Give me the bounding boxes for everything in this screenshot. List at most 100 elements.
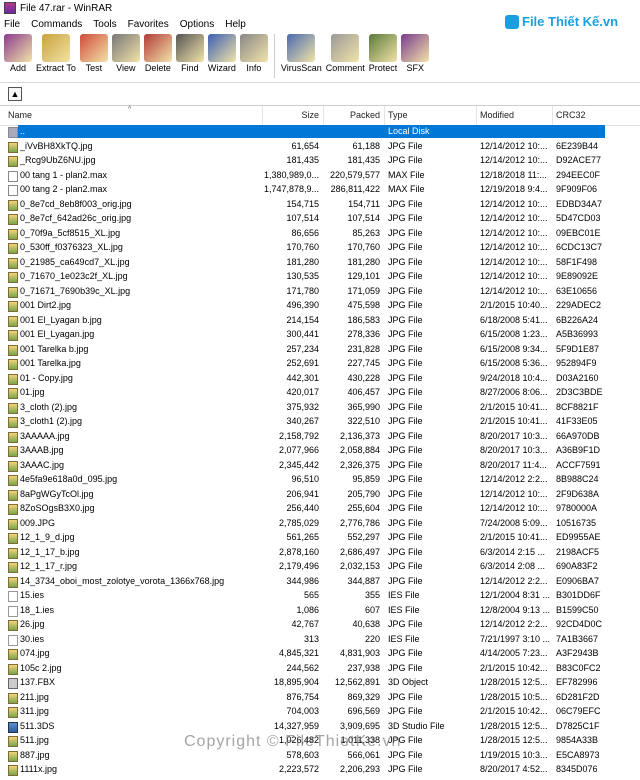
- table-row[interactable]: 001 El_Lyagan.jpg 300,441 278,336 JPG File 6…: [0, 328, 640, 343]
- add-button[interactable]: Add: [4, 32, 32, 73]
- protect-button[interactable]: Protect: [369, 32, 397, 73]
- up-folder-icon[interactable]: ▲: [8, 87, 22, 101]
- extract-to-button[interactable]: Extract To: [36, 32, 76, 73]
- cell-modified: 12/14/2012 2:2...: [480, 575, 548, 586]
- table-row[interactable]: 26.jpg 42,767 40,638 JPG File 12/14/2012 2:2…: [0, 618, 640, 633]
- table-row[interactable]: .. Local Disk: [0, 125, 640, 140]
- sfx-icon: [401, 34, 430, 62]
- table-row[interactable]: 0_71671_7690b39c_XL.jpg 171,780 171,059 JPG…: [0, 285, 640, 300]
- menu-help[interactable]: Help: [225, 19, 246, 30]
- menu-options[interactable]: Options: [180, 19, 214, 30]
- cell-packed: 2,136,373: [339, 430, 380, 441]
- cell-packed: 696,569: [347, 706, 380, 716]
- cell-size: 442,301: [286, 372, 319, 383]
- table-row[interactable]: 137.FBX 18,895,904 12,562,891 3D Object 1/28…: [0, 676, 640, 691]
- cell-size: 214,154: [286, 314, 319, 325]
- cell-size: 578,603: [286, 749, 319, 760]
- find-icon: [175, 34, 204, 62]
- table-row[interactable]: 8ZoSOgsB3X0.jpg 256,440 255,604 JPG File 12/…: [0, 502, 640, 517]
- col-crc32[interactable]: CRC32: [556, 110, 586, 120]
- menu-tools[interactable]: Tools: [93, 19, 116, 30]
- table-row[interactable]: 001 Tarelka.jpg 252,691 227,745 JPG File 6/1…: [0, 357, 640, 372]
- cell-type: JPG File: [388, 749, 423, 760]
- column-divider[interactable]: [323, 106, 324, 125]
- table-row[interactable]: 01 - Copy.jpg 442,301 430,228 JPG File 9/24/…: [0, 372, 640, 387]
- table-row[interactable]: 0_530ff_f0376323_XL.jpg 170,760 170,760 JPG…: [0, 241, 640, 256]
- sfx-button[interactable]: SFX: [401, 32, 430, 73]
- col-packed[interactable]: Packed: [350, 110, 380, 120]
- column-divider[interactable]: [552, 106, 553, 125]
- col-modified[interactable]: Modified: [480, 110, 514, 120]
- table-row[interactable]: 3_cloth (2).jpg 375,932 365,990 JPG File 2/1…: [0, 401, 640, 416]
- cell-name: 0_71671_7690b39c_XL.jpg: [20, 285, 131, 296]
- table-row[interactable]: 00 tang 1 - plan2.max 1,380,989,0... 220,5…: [0, 169, 640, 184]
- table-row[interactable]: 511.3DS 14,327,959 3,909,695 3D Studio File…: [0, 720, 640, 735]
- table-row[interactable]: 3_cloth1 (2).jpg 340,267 322,510 JPG File 2/…: [0, 415, 640, 430]
- jpg-file-icon: [8, 475, 18, 486]
- table-row[interactable]: 0_8e7cd_8eb8f003_orig.jpg 154,715 154,711 J…: [0, 198, 640, 213]
- table-row[interactable]: 3AAAC.jpg 2,345,442 2,326,375 JPG File 8/20/…: [0, 459, 640, 474]
- cell-packed: 170,760: [347, 242, 380, 252]
- table-row[interactable]: 01.jpg 420,017 406,457 JPG File 8/27/2006 8:…: [0, 386, 640, 401]
- col-name[interactable]: Name: [8, 110, 32, 120]
- table-row[interactable]: 009.JPG 2,785,029 2,776,786 JPG File 7/24/20…: [0, 517, 640, 532]
- table-row[interactable]: 1111x.jpg 2,223,572 2,206,293 JPG File 8/20/…: [0, 763, 640, 778]
- test-button[interactable]: Test: [79, 32, 108, 73]
- col-type[interactable]: Type: [388, 110, 408, 120]
- table-row[interactable]: 18_1.ies 1,086 607 IES File 12/8/2004 9:13 .…: [0, 604, 640, 619]
- column-divider[interactable]: [476, 106, 477, 125]
- table-row[interactable]: _Rcg9UbZ6NU.jpg 181,435 181,435 JPG File 12/…: [0, 154, 640, 169]
- cell-name: 26.jpg: [20, 619, 45, 629]
- table-row[interactable]: 001 Dirt2.jpg 496,390 475,598 JPG File 2/1/2…: [0, 299, 640, 314]
- cell-modified: 8/20/2017 10:3...: [480, 445, 548, 455]
- table-row[interactable]: 105c 2.jpg 244,562 237,938 JPG File 2/1/2015…: [0, 662, 640, 677]
- cell-packed: 220: [364, 633, 380, 644]
- table-row[interactable]: 0_21985_ca649cd7_XL.jpg 181,280 181,280 JPG…: [0, 256, 640, 271]
- view-button[interactable]: View: [111, 32, 140, 73]
- menu-favorites[interactable]: Favorites: [128, 19, 169, 30]
- find-button[interactable]: Find: [175, 32, 204, 73]
- table-row[interactable]: 0_70f9a_5cf8515_XL.jpg 86,656 85,263 JPG Fi…: [0, 227, 640, 242]
- table-row[interactable]: 0_8e7cf_642ad26c_orig.jpg 107,514 107,514 J…: [0, 212, 640, 227]
- cell-crc: 58F1F498: [556, 256, 598, 267]
- cell-modified: 2/1/2015 10:40...: [480, 300, 548, 310]
- column-header: Name ^ Size Packed Type Modified CRC32: [0, 106, 640, 126]
- column-divider[interactable]: [262, 106, 263, 125]
- table-row[interactable]: 001 Tarelka b.jpg 257,234 231,828 JPG File 6…: [0, 343, 640, 358]
- table-row[interactable]: 14_3734_oboi_most_zolotye_vorota_1366x76…: [0, 575, 640, 590]
- table-row[interactable]: 3AAAAA.jpg 2,158,792 2,136,373 JPG File 8/20…: [0, 430, 640, 445]
- cell-size: 86,656: [291, 227, 319, 238]
- delete-button[interactable]: Delete: [143, 32, 172, 73]
- cell-type: JPG File: [388, 358, 423, 368]
- delete-icon: [143, 34, 172, 62]
- table-row[interactable]: 0_71670_1e023c2f_XL.jpg 130,535 129,101 JPG…: [0, 270, 640, 285]
- column-divider[interactable]: [384, 106, 385, 125]
- table-row[interactable]: 12_1_17_b.jpg 2,878,160 2,686,497 JPG File 6…: [0, 546, 640, 561]
- table-row[interactable]: 8aPgWGyTcOl.jpg 206,941 205,790 JPG File 12/…: [0, 488, 640, 503]
- menu-commands[interactable]: Commands: [31, 19, 82, 30]
- table-row[interactable]: 3AAAB.jpg 2,077,966 2,058,884 JPG File 8/20/…: [0, 444, 640, 459]
- cell-type: Local Disk: [388, 126, 430, 136]
- table-row[interactable]: 074.jpg 4,845,321 4,831,903 JPG File 4/14/20…: [0, 647, 640, 662]
- cell-name: 3AAAB.jpg: [20, 445, 64, 455]
- virusscan-button[interactable]: VirusScan: [281, 32, 322, 73]
- menu-file[interactable]: File: [4, 19, 20, 30]
- info-button[interactable]: Info: [239, 32, 268, 73]
- table-row[interactable]: 4e5fa9e618a0d_095.jpg 96,510 95,859 JPG Fil…: [0, 473, 640, 488]
- table-row[interactable]: 12_1_17_r.jpg 2,179,496 2,032,153 JPG File 6…: [0, 560, 640, 575]
- cell-type: JPG File: [388, 691, 423, 702]
- cell-name: ..: [20, 126, 26, 136]
- table-row[interactable]: 00 tang 2 - plan2.max 1,747,878,9... 286,8…: [0, 183, 640, 198]
- table-row[interactable]: _iVvBH8XkTQ.jpg 61,654 61,188 JPG File 12/14…: [0, 140, 640, 155]
- cell-name: 14_3734_oboi_most_zolotye_vorota_1366x76…: [20, 575, 225, 586]
- jpg-file-icon: [8, 649, 18, 660]
- table-row[interactable]: 001 El_Lyagan b.jpg 214,154 186,583 JPG Fil…: [0, 314, 640, 329]
- table-row[interactable]: 15.ies 565 355 IES File 12/1/2004 8:31 ... B3…: [0, 589, 640, 604]
- table-row[interactable]: 12_1_9_d.jpg 561,265 552,297 JPG File 2/1/20…: [0, 531, 640, 546]
- comment-button[interactable]: Comment: [326, 32, 365, 73]
- wizard-button[interactable]: Wizard: [207, 32, 236, 73]
- col-size[interactable]: Size: [301, 110, 319, 120]
- table-row[interactable]: 311.jpg 704,003 696,569 JPG File 2/1/2015 10…: [0, 705, 640, 720]
- table-row[interactable]: 30.ies 313 220 IES File 7/21/1997 3:10 ... 7A…: [0, 633, 640, 648]
- table-row[interactable]: 211.jpg 876,754 869,329 JPG File 1/28/2015 1…: [0, 691, 640, 706]
